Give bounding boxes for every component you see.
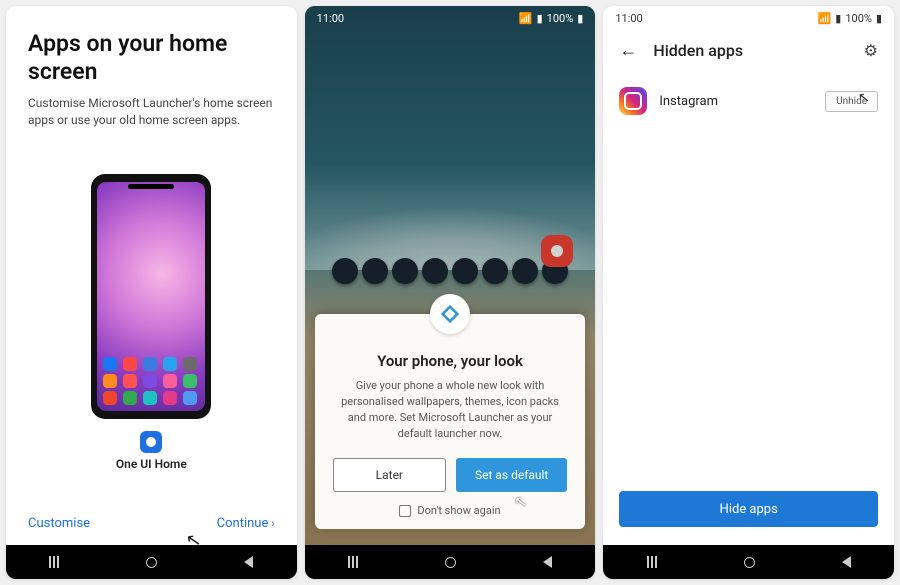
- phone-preview-screen: [97, 182, 205, 411]
- phone-preview[interactable]: [91, 174, 211, 419]
- preview-container: One UI Home: [6, 129, 297, 516]
- battery-text: 100%: [547, 12, 574, 25]
- signal-icon: ▮: [835, 12, 841, 25]
- nav-bar: [6, 545, 297, 579]
- nav-recent-icon[interactable]: [49, 556, 59, 568]
- dialog-buttons: Later Set as default: [333, 458, 568, 492]
- customise-button[interactable]: Customise: [28, 516, 90, 531]
- setup-footer: Customise Continue›: [6, 516, 297, 545]
- status-bar: 11:00 📶 ▮ 100% ▮: [603, 6, 894, 30]
- wifi-icon: 📶: [818, 12, 832, 25]
- nav-recent-icon[interactable]: [647, 556, 657, 568]
- app-name-label: Instagram: [659, 94, 813, 109]
- page-title: Hidden apps: [653, 41, 847, 60]
- list-item: Instagram Unhide: [619, 79, 878, 123]
- nav-back-icon[interactable]: [543, 556, 552, 568]
- dialog-title: Your phone, your look: [333, 352, 568, 370]
- signal-icon: ▮: [537, 12, 543, 25]
- dialog-text: Give your phone a whole new look with pe…: [333, 378, 568, 442]
- nav-back-icon[interactable]: [842, 556, 851, 568]
- status-bar: 11:00 📶 ▮ 100% ▮: [305, 6, 596, 30]
- dont-show-row[interactable]: Don't show again: [333, 504, 568, 517]
- instagram-icon: [619, 87, 647, 115]
- nav-bar: [305, 545, 596, 579]
- set-default-button[interactable]: Set as default: [456, 458, 567, 492]
- battery-icon: ▮: [577, 12, 583, 25]
- back-arrow-icon[interactable]: ←: [619, 40, 637, 61]
- nav-home-icon[interactable]: [146, 557, 157, 568]
- launcher-label: One UI Home: [116, 457, 187, 471]
- battery-icon: ▮: [876, 12, 882, 25]
- cursor-icon: ↖: [857, 89, 870, 106]
- header: ← Hidden apps ⚙: [603, 30, 894, 71]
- continue-button[interactable]: Continue›: [217, 516, 275, 531]
- checkbox-icon[interactable]: [399, 505, 411, 517]
- screen-launcher-setup: Apps on your home screen Customise Micro…: [6, 6, 297, 579]
- nav-home-icon[interactable]: [445, 557, 456, 568]
- ms-launcher-icon: [430, 294, 470, 334]
- one-ui-icon: [140, 431, 162, 453]
- chevron-right-icon: ›: [271, 517, 274, 530]
- phone-notch: [128, 184, 174, 189]
- status-time: 11:00: [317, 12, 344, 25]
- setup-title: Apps on your home screen: [28, 30, 275, 85]
- hide-apps-button[interactable]: Hide apps: [619, 491, 878, 527]
- preview-app-grid: [97, 352, 205, 411]
- wifi-icon: 📶: [519, 12, 533, 25]
- dont-show-label: Don't show again: [417, 504, 500, 517]
- later-button[interactable]: Later: [333, 458, 446, 492]
- cursor-icon: ↖: [513, 491, 529, 512]
- nav-recent-icon[interactable]: [348, 556, 358, 568]
- screen-default-dialog: f ✆ 11:00 📶 ▮ 100% ▮ Your phone, your lo…: [305, 6, 596, 579]
- gear-icon[interactable]: ⚙: [864, 41, 878, 60]
- setup-subtitle: Customise Microsoft Launcher's home scre…: [28, 95, 275, 129]
- battery-text: 100%: [845, 12, 872, 25]
- setup-content: Apps on your home screen Customise Micro…: [6, 6, 297, 129]
- default-launcher-dialog: Your phone, your look Give your phone a …: [315, 314, 586, 529]
- nav-bar: [603, 545, 894, 579]
- screen-hidden-apps: 11:00 📶 ▮ 100% ▮ ← Hidden apps ⚙ Instagr…: [603, 6, 894, 579]
- hidden-apps-list: Instagram Unhide: [603, 71, 894, 131]
- nav-back-icon[interactable]: [244, 556, 253, 568]
- status-time: 11:00: [615, 12, 642, 25]
- nav-home-icon[interactable]: [744, 557, 755, 568]
